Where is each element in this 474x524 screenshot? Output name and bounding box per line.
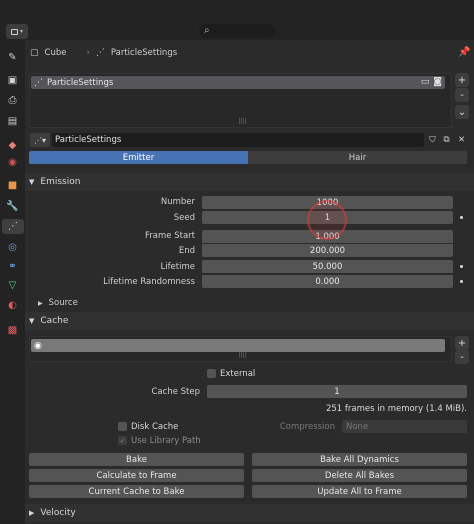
particles-icon[interactable]: ⋰: [2, 219, 24, 234]
keyframe-dot-icon[interactable]: [460, 216, 463, 219]
library-path-label: Use Library Path: [131, 436, 201, 446]
keyframe-dot-icon[interactable]: [460, 265, 463, 268]
resize-grip-icon[interactable]: ⠿⠿: [238, 352, 247, 360]
panel-title: Emission: [40, 177, 81, 187]
cache-step-label: Cache Step: [151, 387, 201, 397]
lifetime-randomness-label: Lifetime Randomness: [103, 277, 195, 287]
type-tabs: Emitter Hair: [29, 151, 467, 164]
object-icon: ▢: [30, 48, 39, 58]
properties-tab-bar: ✎ ▣ ⎙ ▤ ◆ ◉ ■ 🔧 ⋰ ◎ ⚭ ▽ ◐ ▩: [0, 40, 25, 524]
search-input[interactable]: ⌕: [199, 24, 276, 38]
keyframe-dot-icon[interactable]: [460, 280, 463, 283]
chevron-right-icon: ›: [86, 48, 90, 58]
modifier-wrench-icon[interactable]: 🔧: [5, 199, 20, 214]
duplicate-icon[interactable]: ⧉: [440, 133, 453, 147]
physics-icon[interactable]: ◎: [5, 240, 20, 255]
view-layer-icon[interactable]: ▤: [5, 114, 20, 129]
panel-title: Velocity: [40, 508, 76, 518]
compression-select[interactable]: None: [342, 420, 467, 433]
bake-button[interactable]: Bake: [29, 453, 244, 466]
source-subpanel-header[interactable]: ▶ Source: [38, 298, 78, 308]
list-menu-button[interactable]: ⌄: [455, 105, 469, 119]
update-all-to-frame-button[interactable]: Update All to Frame: [252, 485, 467, 498]
end-label: End: [178, 246, 195, 256]
chevron-down-icon: ▾: [19, 28, 23, 35]
tool-icon[interactable]: ✎: [5, 50, 20, 65]
remove-cache-button[interactable]: -: [455, 350, 469, 364]
scene-icon[interactable]: ◆: [5, 138, 20, 153]
viewport-display-icon[interactable]: ▭: [421, 77, 430, 87]
particles-icon: ⋰: [34, 77, 43, 88]
bake-all-dynamics-button[interactable]: Bake All Dynamics: [252, 453, 467, 466]
search-icon: ⌕: [204, 25, 210, 36]
frame-start-label: Frame Start: [145, 231, 195, 241]
lifetime-field[interactable]: 50.000: [202, 260, 453, 273]
lifetime-randomness-field[interactable]: 0.000: [202, 275, 453, 288]
disk-cache-label: Disk Cache: [131, 422, 179, 432]
add-cache-button[interactable]: +: [455, 336, 469, 350]
chevron-right-icon: ▶: [38, 299, 43, 307]
list-item-label: ParticleSettings: [47, 77, 114, 88]
cache-panel-header[interactable]: ▼ Cache: [25, 312, 474, 330]
fake-user-shield-icon[interactable]: ⛉: [426, 133, 439, 147]
render-icon[interactable]: ▣: [5, 73, 20, 88]
cache-record-icon: ◉: [34, 340, 42, 351]
object-data-icon[interactable]: ▽: [5, 278, 20, 293]
properties-editor-icon: [10, 28, 18, 35]
list-item[interactable]: ◉: [31, 339, 445, 352]
number-label: Number: [160, 197, 195, 207]
constraints-icon[interactable]: ⚭: [5, 259, 20, 274]
library-path-checkbox[interactable]: ✓: [118, 436, 127, 445]
texture-icon[interactable]: ▩: [5, 323, 20, 338]
settings-name-field[interactable]: ParticleSettings: [52, 133, 424, 147]
chevron-right-icon: ▶: [29, 509, 35, 517]
cache-step-field[interactable]: 1: [207, 385, 467, 398]
lifetime-label: Lifetime: [160, 262, 195, 272]
object-icon[interactable]: ■: [5, 178, 20, 193]
external-checkbox[interactable]: [207, 369, 216, 378]
unlink-close-icon[interactable]: ✕: [455, 133, 468, 147]
end-field[interactable]: 200.000: [202, 244, 453, 257]
pin-icon[interactable]: 📌: [458, 47, 470, 58]
tab-emitter[interactable]: Emitter: [29, 151, 248, 164]
compression-label: Compression: [279, 422, 335, 432]
settings-name-value: ParticleSettings: [55, 135, 122, 145]
emission-panel-header[interactable]: ▼ Emission: [25, 173, 474, 191]
add-particle-system-button[interactable]: +: [455, 73, 469, 87]
breadcrumb-particle: ParticleSettings: [110, 48, 178, 58]
calculate-to-frame-button[interactable]: Calculate to Frame: [29, 469, 244, 482]
render-camera-icon[interactable]: ◙: [433, 77, 442, 87]
tab-hair[interactable]: Hair: [248, 151, 467, 164]
breadcrumb-object: Cube: [44, 48, 67, 58]
panel-title: Cache: [40, 316, 69, 326]
world-icon[interactable]: ◉: [5, 155, 20, 170]
memory-info: 251 frames in memory (1.4 MiB).: [325, 404, 467, 414]
current-cache-to-bake-button[interactable]: Current Cache to Bake: [29, 485, 244, 498]
remove-particle-system-button[interactable]: -: [455, 88, 469, 102]
subpanel-title: Source: [48, 298, 78, 308]
external-label: External: [220, 369, 256, 379]
browse-settings-button[interactable]: ⋰▾: [30, 133, 50, 147]
seed-label: Seed: [173, 213, 195, 223]
velocity-panel-header[interactable]: ▶ Velocity: [25, 504, 474, 522]
chevron-down-icon: ▼: [29, 317, 35, 325]
output-icon[interactable]: ⎙: [5, 93, 20, 108]
breadcrumb: ▢ Cube › ⋰ ParticleSettings: [30, 46, 177, 60]
editor-type-button[interactable]: ▾: [6, 24, 28, 39]
mouse-cursor-highlight: [307, 200, 347, 240]
resize-grip-icon[interactable]: ⠿⠿: [238, 118, 247, 126]
chevron-down-icon: ▼: [29, 178, 35, 186]
disk-cache-checkbox[interactable]: [118, 422, 127, 431]
particles-icon: ⋰: [95, 48, 105, 58]
delete-all-bakes-button[interactable]: Delete All Bakes: [252, 469, 467, 482]
material-icon[interactable]: ◐: [5, 298, 20, 313]
list-item[interactable]: ⋰ ParticleSettings ▭ ◙: [31, 76, 445, 89]
